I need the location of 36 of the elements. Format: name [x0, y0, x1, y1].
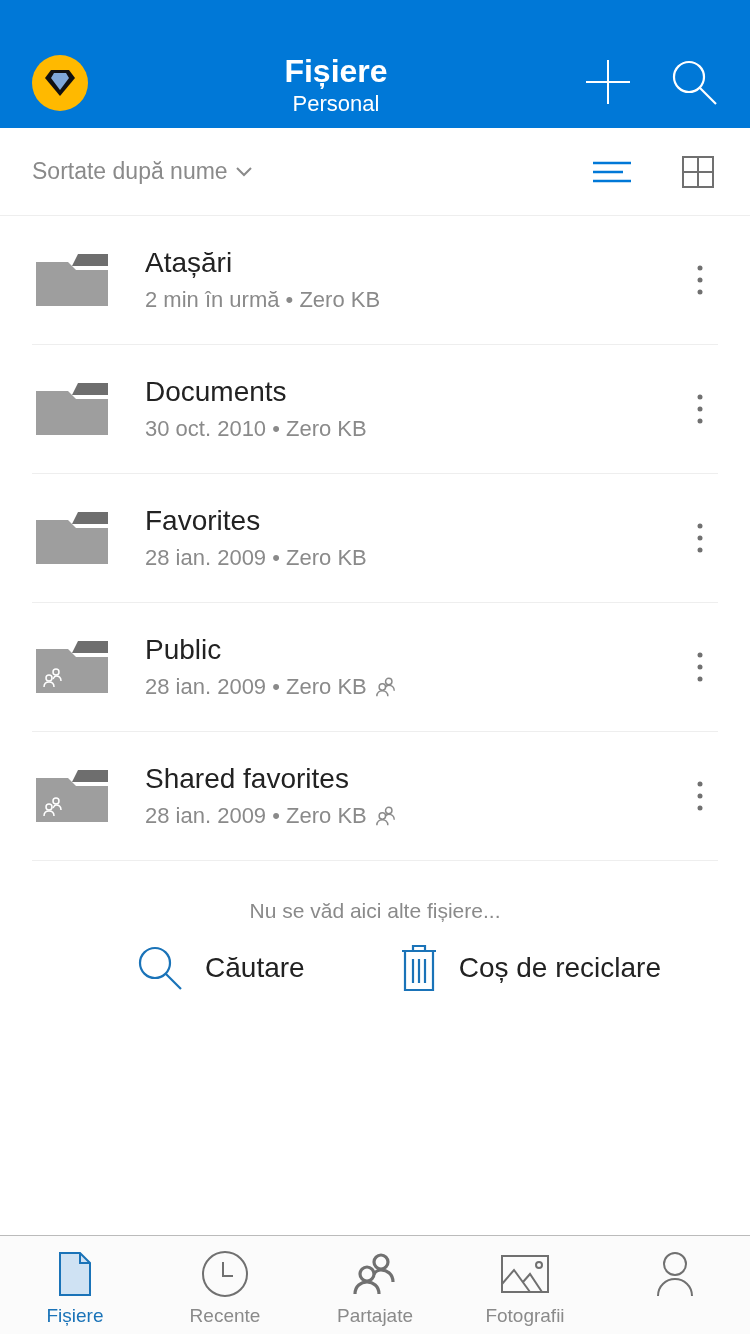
- header-title: Fișiere: [284, 52, 388, 90]
- more-icon: [697, 394, 703, 424]
- folder-row[interactable]: Favorites 28 ian. 2009 • Zero KB: [32, 474, 718, 603]
- tab[interactable]: Fișiere: [0, 1250, 150, 1331]
- folder-row[interactable]: Atașări 2 min în urmă • Zero KB: [32, 216, 718, 345]
- recycle-bin-link[interactable]: Coș de reciclare: [400, 944, 661, 991]
- folder-meta: 28 ian. 2009 • Zero KB: [145, 802, 367, 830]
- more-icon: [697, 523, 703, 553]
- people-icon: [374, 676, 397, 698]
- search-icon: [137, 944, 184, 991]
- folder-row[interactable]: Shared favorites 28 ian. 2009 • Zero KB: [32, 732, 718, 861]
- diamond-icon: [44, 69, 76, 97]
- folder-meta: 2 min în urmă • Zero KB: [145, 286, 381, 314]
- folder-meta: 28 ian. 2009 • Zero KB: [145, 673, 367, 701]
- search-link[interactable]: Căutare: [137, 944, 305, 991]
- avatar-button[interactable]: [32, 55, 88, 111]
- chevron-down-icon: [235, 166, 252, 177]
- more-icon: [697, 781, 703, 811]
- people-icon: [374, 805, 397, 827]
- trash-icon: [400, 944, 437, 991]
- more-icon: [697, 265, 703, 295]
- folder-row[interactable]: Public 28 ian. 2009 • Zero KB: [32, 603, 718, 732]
- folder-name: Public: [145, 633, 223, 667]
- search-button[interactable]: [670, 58, 718, 106]
- header-subtitle: Personal: [292, 90, 380, 118]
- folder-name: Atașări: [145, 246, 234, 280]
- folder-name: Shared favorites: [145, 762, 350, 796]
- add-button[interactable]: [584, 58, 632, 106]
- folder-meta: 30 oct. 2010 • Zero KB: [145, 415, 367, 443]
- clock-icon: [201, 1250, 249, 1298]
- folder-name: Favorites: [145, 504, 262, 538]
- folder-name: Documents: [145, 375, 288, 409]
- folder-row[interactable]: Documents 30 oct. 2010 • Zero KB: [32, 345, 718, 474]
- more-icon: [697, 652, 703, 682]
- folder-meta: 28 ian. 2009 • Zero KB: [145, 544, 367, 572]
- no-more-files-note: Nu se văd aici alte fișiere...: [248, 898, 502, 924]
